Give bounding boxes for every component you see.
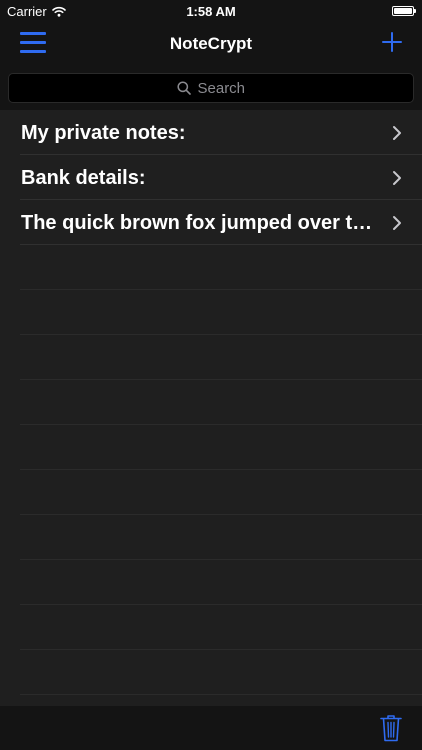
chevron-right-icon	[393, 126, 401, 140]
search-area	[0, 66, 422, 110]
chevron-right-icon	[393, 171, 401, 185]
empty-list-row	[0, 560, 422, 605]
note-title: My private notes:	[21, 122, 186, 144]
notes-list: My private notes: Bank details: The quic…	[0, 110, 422, 695]
empty-list-row	[0, 245, 422, 290]
navigation-bar: NoteCrypt	[0, 22, 422, 66]
empty-list-row	[0, 290, 422, 335]
note-row[interactable]: The quick brown fox jumped over the lazy…	[0, 200, 422, 245]
empty-list-row	[0, 650, 422, 695]
empty-list-row	[0, 470, 422, 515]
trash-icon[interactable]	[380, 714, 402, 742]
search-bar[interactable]	[8, 73, 414, 103]
note-row[interactable]: Bank details:	[0, 155, 422, 200]
battery-level	[394, 8, 412, 14]
app-screen: Carrier 1:58 AM NoteCrypt Search My priv…	[0, 0, 422, 750]
search-input[interactable]	[197, 79, 246, 97]
chevron-right-icon	[393, 216, 401, 230]
search-icon	[176, 81, 191, 95]
empty-list-row	[0, 380, 422, 425]
empty-list-row	[0, 515, 422, 560]
page-title: NoteCrypt	[169, 34, 253, 53]
plus-icon[interactable]	[380, 30, 404, 54]
empty-list-row	[0, 425, 422, 470]
note-row[interactable]: My private notes:	[0, 110, 422, 155]
status-bar: Carrier 1:58 AM	[0, 0, 422, 22]
note-title: Bank details:	[21, 167, 146, 189]
empty-list-row	[0, 335, 422, 380]
battery-icon	[392, 6, 416, 16]
note-title: The quick brown fox jumped over the lazy…	[21, 212, 377, 234]
bottom-toolbar	[0, 706, 422, 750]
battery-tip	[414, 9, 416, 13]
empty-list-row	[0, 605, 422, 650]
status-time: 1:58 AM	[186, 4, 236, 19]
